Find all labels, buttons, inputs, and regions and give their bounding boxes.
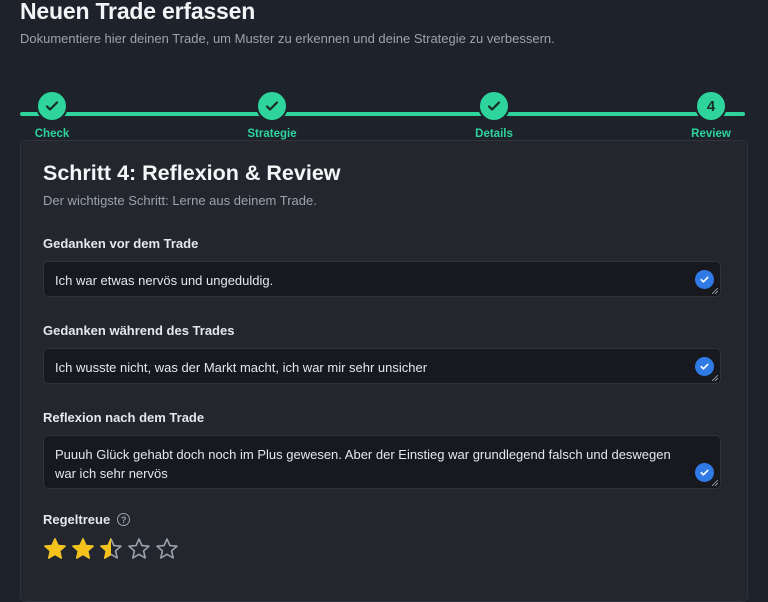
step-number: 4 <box>695 90 727 122</box>
resize-handle-icon[interactable] <box>712 375 718 381</box>
card-subtitle: Der wichtigste Schritt: Lerne aus deinem… <box>43 193 317 208</box>
check-icon <box>36 90 68 122</box>
thoughts-before-textarea[interactable]: Ich war etwas nervös und ungeduldig. <box>43 261 721 297</box>
star-icon[interactable] <box>155 537 179 561</box>
step-label: Check <box>34 128 70 140</box>
textarea-value: Ich wusste nicht, was der Markt macht, i… <box>55 360 428 375</box>
field-label-during: Gedanken während des Trades <box>43 323 235 338</box>
rating-label-row: Regeltreue ? <box>43 512 131 527</box>
reflection-after-textarea[interactable]: Puuuh Glück gehabt doch noch im Plus gew… <box>43 435 721 489</box>
star-icon[interactable] <box>127 537 151 561</box>
check-icon <box>256 90 288 122</box>
step-label: Review <box>691 128 731 140</box>
thoughts-during-textarea[interactable]: Ich wusste nicht, was der Markt macht, i… <box>43 348 721 384</box>
star-icon[interactable] <box>43 537 67 561</box>
progress-stepper: Check Strategie Details 4 Review <box>20 90 745 140</box>
textarea-value: Puuuh Glück gehabt doch noch im Plus gew… <box>55 447 671 481</box>
card-title: Schritt 4: Reflexion & Review <box>43 161 341 185</box>
resize-handle-icon[interactable] <box>712 288 718 294</box>
field-label-before: Gedanken vor dem Trade <box>43 236 199 251</box>
page-title: Neuen Trade erfassen <box>20 0 256 24</box>
star-icon[interactable] <box>99 537 123 561</box>
stepper-track <box>20 112 745 116</box>
step-label: Strategie <box>247 128 297 140</box>
step-details[interactable]: Details <box>449 90 539 140</box>
textarea-value: Ich war etwas nervös und ungeduldig. <box>55 273 274 288</box>
question-circle-icon[interactable]: ? <box>117 513 131 526</box>
page-subtitle: Dokumentiere hier deinen Trade, um Muste… <box>20 31 555 46</box>
field-label-after: Reflexion nach dem Trade <box>43 410 205 425</box>
step-label: Details <box>475 128 513 140</box>
star-icon[interactable] <box>71 537 95 561</box>
step-check[interactable]: Check <box>7 90 97 140</box>
review-card: Schritt 4: Reflexion & Review Der wichti… <box>20 140 748 602</box>
rating-label: Regeltreue <box>43 512 111 527</box>
step-review[interactable]: 4 Review <box>666 90 756 140</box>
check-circle-icon <box>695 270 714 289</box>
check-icon <box>478 90 510 122</box>
resize-handle-icon[interactable] <box>712 480 718 486</box>
step-strategie[interactable]: Strategie <box>227 90 317 140</box>
check-circle-icon <box>695 357 714 376</box>
rating-stars[interactable] <box>43 537 179 561</box>
